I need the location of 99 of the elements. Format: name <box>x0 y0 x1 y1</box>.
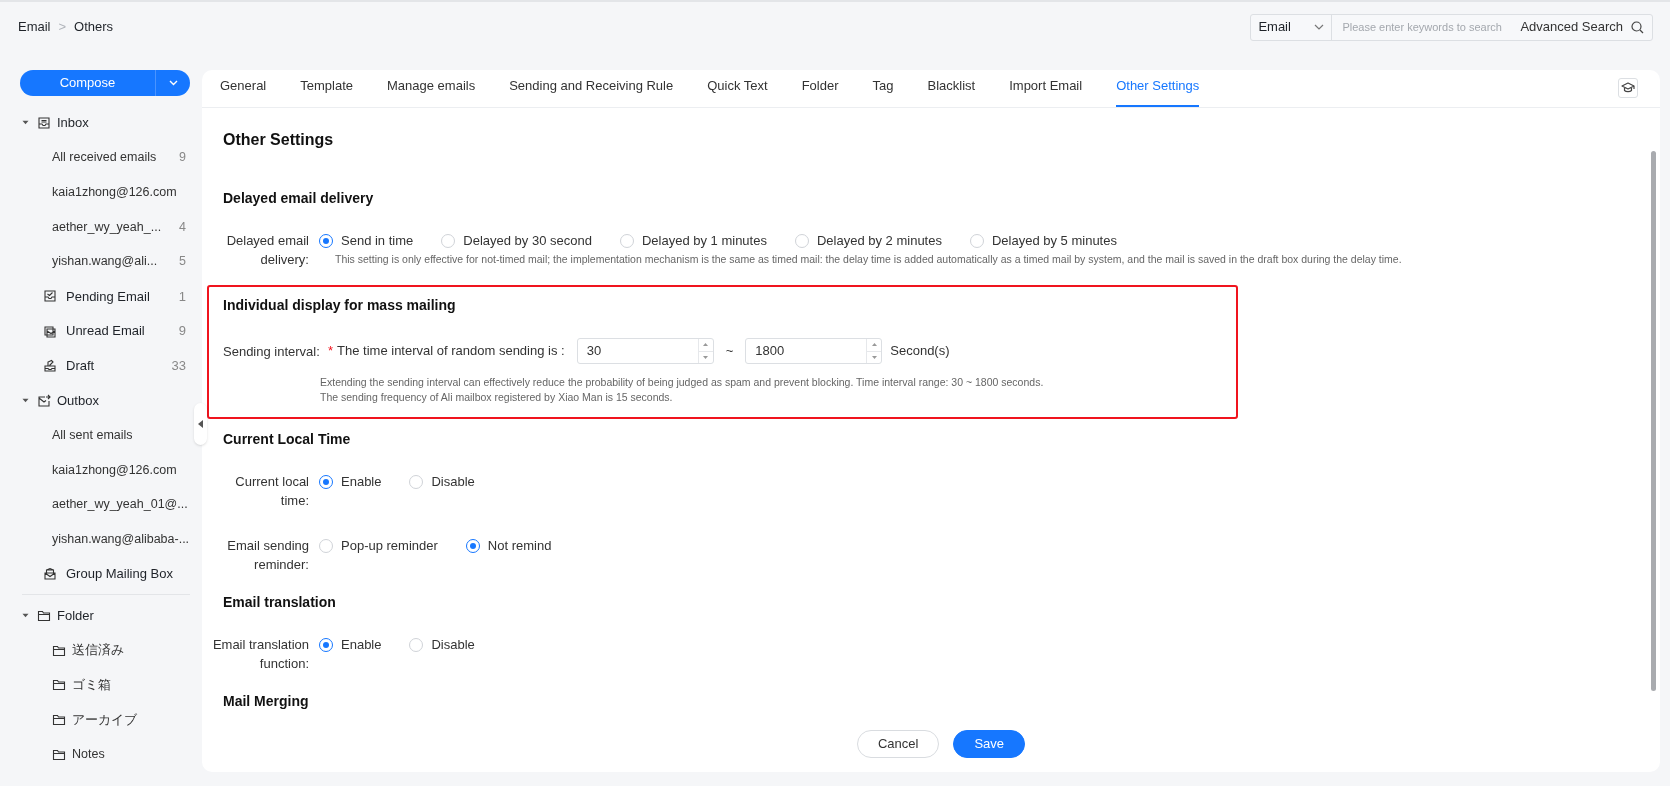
hint-text: Extending the sending interval can effectively reduce the probability of being judged as spam and prevent blocking. Time interval range: 30 ~ 1800 seconds. <box>320 375 1044 390</box>
down-arrow-icon <box>703 355 709 359</box>
sidebar-item[interactable]: Outbox <box>20 383 190 418</box>
graduation-cap-icon <box>1621 82 1635 94</box>
folder-icon <box>37 608 51 623</box>
envelope-arrow-icon <box>37 393 51 408</box>
sidebar-item[interactable]: Group Mailing Box <box>20 556 190 592</box>
field-label: Delayed email delivery: <box>225 232 310 269</box>
radio-option[interactable]: Delayed by 2 minutes <box>794 230 942 251</box>
section-title: Email translation <box>223 593 337 612</box>
section-title: Delayed email delivery <box>223 189 375 208</box>
sidebar-item[interactable]: Notes <box>20 737 190 773</box>
hint-text: The sending frequency of Ali mailbox registered by Xiao Man is 15 seconds. <box>320 390 674 405</box>
settings-tab[interactable]: Blacklist <box>927 75 976 107</box>
folder-icon <box>52 643 66 658</box>
settings-tab[interactable]: Sending and Receiving Rule <box>509 75 674 107</box>
range-separator: ~ <box>724 342 735 361</box>
field-label: Current local time: <box>234 473 310 510</box>
hint-text: This setting is only effective for not-timed mail; the implementation mechanism is the same as timed mail: the delay time is added automatically as a timed mail by system, and the mail is saved in the draft box during the delay time. <box>335 252 1402 267</box>
save-button[interactable]: Save <box>953 730 1026 758</box>
advanced-search-button[interactable]: Advanced Search <box>1512 17 1652 37</box>
sidebar-item[interactable]: yishan.wang@ali... 5 <box>20 244 190 279</box>
scope-dropdown[interactable]: Email <box>1251 14 1333 40</box>
settings-tab[interactable]: Manage emails <box>387 75 476 107</box>
sidebar-item[interactable]: Pending Email 1 <box>20 279 190 314</box>
count-label: 9 <box>179 149 186 167</box>
count-label: 5 <box>179 253 186 271</box>
sidebar-item[interactable]: Draft 33 <box>20 348 190 384</box>
settings-tab[interactable]: Import Email <box>1009 75 1083 107</box>
settings-tab[interactable]: Template <box>300 75 353 107</box>
tutorial-button[interactable] <box>1618 78 1638 98</box>
radio-option[interactable]: Delayed by 1 minutes <box>619 230 767 251</box>
sidebar-item[interactable]: kaia1zhong@126.com <box>20 452 190 488</box>
chevron-down-icon <box>1314 24 1325 30</box>
radio-option[interactable]: Disable <box>409 471 475 492</box>
inbox-check-icon <box>43 289 57 304</box>
search-bar[interactable]: Email Please enter keywords to search Advanced Search <box>1250 13 1653 41</box>
count-label: 1 <box>178 287 186 306</box>
field-prompt: The time interval of random sending is : <box>337 342 565 361</box>
compose-button[interactable]: Compose <box>20 70 190 97</box>
folder-icon <box>52 678 66 693</box>
envelope-stack-icon <box>43 567 57 582</box>
sidebar-item[interactable]: ゴミ箱 <box>20 667 190 703</box>
section-title: Mail Merging <box>223 692 310 711</box>
stepper-control[interactable] <box>866 339 882 363</box>
cancel-button[interactable]: Cancel <box>856 730 940 758</box>
page-title: Other Settings <box>223 130 335 150</box>
envelopes-icon <box>43 324 57 339</box>
inbox-icon <box>37 115 51 130</box>
folder-icon <box>52 747 66 762</box>
radio-option[interactable]: Delayed by 30 second <box>441 230 592 251</box>
field-label: Email sending reminder: <box>226 537 310 574</box>
breadcrumb-link[interactable]: Others <box>74 17 114 37</box>
settings-tab[interactable]: Other Settings <box>1116 75 1200 107</box>
settings-tab[interactable]: General <box>220 75 267 107</box>
section-title: Individual display for mass mailing <box>223 296 457 315</box>
collapse-handle[interactable] <box>194 403 207 445</box>
sidebar-item[interactable]: アーカイブ <box>20 702 190 738</box>
sidebar-item[interactable]: All received emails 9 <box>20 140 190 175</box>
radio-option[interactable]: Enable <box>319 471 382 492</box>
count-label: 9 <box>178 322 186 341</box>
count-label: 4 <box>179 218 186 236</box>
sidebar-item[interactable]: All sent emails <box>20 417 190 453</box>
number-field[interactable]: 1800 <box>745 338 883 364</box>
breadcrumb-link[interactable]: Email <box>18 17 51 37</box>
sidebar-item[interactable]: Inbox <box>20 105 190 141</box>
up-arrow-icon <box>871 343 877 347</box>
down-arrow-icon <box>871 355 877 359</box>
sidebar-item[interactable]: aether_wy_yeah_01@... <box>20 487 190 523</box>
sidebar-item[interactable]: 送信済み <box>20 633 190 668</box>
field-label: Sending interval: <box>223 343 320 361</box>
sidebar-item[interactable]: aether_wy_yeah_... 4 <box>20 209 190 245</box>
breadcrumb-separator: > <box>58 18 67 37</box>
field-label: Email translation function: <box>211 636 310 673</box>
radio-option[interactable]: Not remind <box>465 535 552 556</box>
radio-option[interactable]: Disable <box>409 634 475 655</box>
stepper-control[interactable] <box>697 339 713 363</box>
up-arrow-icon <box>703 343 709 347</box>
number-field[interactable]: 30 <box>576 338 714 364</box>
required-mark: * <box>328 342 334 361</box>
section-title: Current Local Time <box>223 430 352 449</box>
radio-option[interactable]: Pop-up reminder <box>319 535 438 556</box>
sidebar-item[interactable]: Unread Email 9 <box>20 313 190 349</box>
settings-tab[interactable]: Folder <box>801 75 839 107</box>
radio-option[interactable]: Enable <box>319 634 382 655</box>
sidebar-item[interactable]: Folder <box>20 598 190 634</box>
sidebar-item[interactable]: yishan.wang@alibaba-... <box>20 522 190 557</box>
search-icon <box>1631 20 1644 34</box>
chevron-down-icon <box>168 80 178 87</box>
count-label: 33 <box>171 357 186 376</box>
radio-option[interactable]: Delayed by 5 minutes <box>969 230 1117 251</box>
sidebar-item[interactable]: kaia1zhong@126.com <box>20 174 190 210</box>
settings-tab[interactable]: Tag <box>872 75 894 107</box>
draft-tray-icon <box>43 358 57 373</box>
settings-tab[interactable]: Quick Text <box>707 75 768 107</box>
folder-icon <box>52 712 66 727</box>
scrollbar[interactable] <box>1650 151 1656 691</box>
radio-option[interactable]: Send in time <box>319 230 414 251</box>
unit-label: Second(s) <box>890 342 950 361</box>
